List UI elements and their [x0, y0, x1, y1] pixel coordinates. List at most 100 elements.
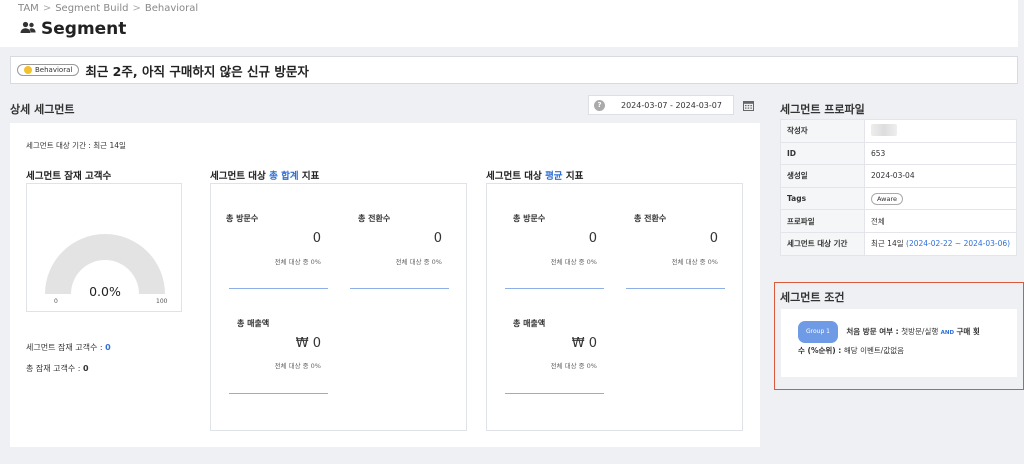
page-title: Segment	[20, 19, 126, 39]
avg-visits-label: 총 방문수	[513, 214, 546, 223]
help-icon[interactable]: ?	[594, 99, 605, 111]
calendar-button[interactable]	[738, 95, 758, 115]
condition-section-title: 세그먼트 조건	[780, 291, 845, 304]
condition-value-2: 해당 이벤트/값없음	[843, 346, 905, 355]
breadcrumb-item[interactable]: Behavioral	[145, 3, 198, 14]
total-metrics-title-post: 지표	[298, 171, 320, 182]
breadcrumb-separator: >	[42, 3, 52, 14]
profile-key: 세그먼트 대상 기간	[780, 231, 865, 256]
profile-created-value: 2024-03-04	[864, 164, 1017, 188]
segment-potential-count: 세그먼트 잠재 고객수 : 0	[26, 342, 111, 353]
segment-type-badge: Behavioral	[17, 64, 80, 76]
profile-row-profile: 프로파일 전체	[780, 209, 1017, 233]
total-conversions-label: 총 전환수	[358, 214, 391, 223]
potential-gauge-chart	[45, 234, 165, 294]
total-metrics-panel: 총 방문수 0 전체 대상 중 0% 총 전환수 0 전체 대상 중 0% 총 …	[210, 183, 467, 431]
condition-field-1: 처음 방문 여부 :	[846, 327, 902, 336]
profile-author-value	[864, 119, 1017, 143]
potential-customers-title: 세그먼트 잠재 고객수	[26, 171, 112, 182]
profile-row-id: ID 653	[780, 141, 1017, 166]
segment-type-label: Behavioral	[35, 66, 73, 74]
avg-revenue-label: 총 매출액	[513, 319, 546, 328]
avg-revenue-sub: 전체 대상 중 0%	[550, 362, 597, 370]
gauge-percent: 0.0%	[89, 284, 121, 299]
condition-field-2-cont: 수 (%순위) :	[798, 346, 844, 355]
avg-metrics-title: 세그먼트 대상 평균 지표	[486, 168, 583, 182]
avg-conversions-value: 0	[709, 231, 718, 246]
condition-value-1: 첫방문/실행	[901, 327, 939, 336]
condition-card: Group 1 처음 방문 여부 : 첫방문/실행 AND 구매 횟 수 (%순…	[781, 309, 1017, 377]
avg-visits-value: 0	[588, 231, 597, 246]
profile-table: 작성자 ID 653 생성일 2024-03-04 Tags Aware 프로파일 전체…	[780, 119, 1017, 256]
status-dot-icon	[24, 66, 32, 74]
avg-metrics-title-highlight: 평균	[545, 171, 563, 182]
group-badge: Group 1	[798, 321, 838, 343]
profile-profile-value: 전체	[864, 209, 1017, 233]
profile-row-period: 세그먼트 대상 기간 최근 14일 (2024-02-22 ~ 2024-03-0…	[780, 231, 1017, 256]
segment-potential-count-label: 세그먼트 잠재 고객수 :	[26, 343, 106, 352]
avg-revenue-value: ₩ 0	[571, 336, 597, 351]
total-metrics-title: 세그먼트 대상 총 합계 지표	[210, 168, 319, 182]
segment-name-bar: Behavioral 최근 2주, 아직 구매하지 않은 신규 방문자	[10, 56, 1018, 84]
total-metrics-title-highlight: 총 합계	[269, 171, 299, 182]
date-range-input[interactable]: ? 2024-03-07 - 2024-03-07	[588, 95, 734, 115]
total-metrics-title-pre: 세그먼트 대상	[210, 171, 270, 182]
breadcrumb-separator: >	[132, 3, 141, 14]
profile-key: 프로파일	[780, 209, 865, 233]
avg-visits-sparkline	[505, 288, 604, 289]
profile-key: 생성일	[780, 164, 865, 188]
total-visits-sub: 전체 대상 중 0%	[274, 258, 321, 266]
potential-gauge-panel: 0.0% 0 100	[26, 183, 182, 312]
total-potential-count-value: 0	[83, 364, 89, 373]
date-range-value: 2024-03-07 - 2024-03-07	[621, 100, 722, 110]
total-revenue-label: 총 매출액	[237, 319, 270, 328]
total-visits-sparkline	[229, 288, 328, 289]
condition-line-2: 수 (%순위) : 해당 이벤트/값없음	[798, 341, 904, 361]
detail-section-title: 상세 세그먼트	[10, 103, 75, 116]
profile-row-created: 생성일 2024-03-04	[780, 164, 1017, 188]
avg-metrics-title-post: 지표	[562, 171, 584, 182]
total-visits-label: 총 방문수	[226, 214, 259, 223]
total-revenue-sparkline	[229, 393, 328, 394]
users-icon	[20, 19, 36, 39]
total-conversions-value: 0	[433, 231, 442, 246]
avg-conversions-label: 총 전환수	[634, 214, 667, 223]
total-potential-count-label: 총 잠재 고객수 :	[26, 364, 84, 373]
avg-revenue-sparkline	[505, 393, 604, 394]
profile-key: ID	[780, 141, 865, 166]
avg-conversions-sparkline	[626, 288, 725, 289]
total-conversions-sub: 전체 대상 중 0%	[395, 258, 442, 266]
redacted-author	[871, 123, 897, 136]
profile-row-author: 작성자	[780, 119, 1017, 143]
page-title-text: Segment	[41, 19, 127, 39]
profile-tags-value: Aware	[864, 186, 1017, 211]
gauge-min-label: 0	[54, 298, 58, 305]
avg-metrics-panel: 총 방문수 0 전체 대상 중 0% 총 전환수 0 전체 대상 중 0% 총 …	[486, 183, 743, 431]
total-revenue-sub: 전체 대상 중 0%	[274, 362, 321, 370]
total-potential-count: 총 잠재 고객수 : 0	[26, 363, 89, 374]
segment-name: 최근 2주, 아직 구매하지 않은 신규 방문자	[85, 63, 309, 79]
avg-conversions-sub: 전체 대상 중 0%	[671, 258, 718, 266]
profile-id-value: 653	[864, 141, 1017, 166]
total-conversions-sparkline	[350, 288, 449, 289]
profile-row-tags: Tags Aware	[780, 186, 1017, 211]
calendar-icon	[742, 100, 754, 111]
condition-line-1: Group 1 처음 방문 여부 : 첫방문/실행 AND 구매 횟	[798, 321, 980, 343]
profile-period-prefix: 최근 14일	[871, 239, 907, 249]
gauge-max-label: 100	[156, 298, 168, 305]
breadcrumb-item[interactable]: TAM	[18, 3, 39, 14]
condition-field-2: 구매 횟	[956, 327, 980, 336]
profile-period-range: (2024-02-22 ~ 2024-03-06)	[906, 239, 1011, 249]
breadcrumb: TAM > Segment Build > Behavioral	[18, 3, 198, 14]
profile-key: 작성자	[780, 119, 865, 143]
segment-period-label: 세그먼트 대상 기간 : 최근 14일	[26, 141, 126, 150]
segment-potential-count-value: 0	[105, 343, 111, 352]
breadcrumb-item[interactable]: Segment Build	[55, 3, 128, 14]
profile-period-value: 최근 14일 (2024-02-22 ~ 2024-03-06)	[864, 231, 1017, 256]
total-revenue-value: ₩ 0	[295, 336, 321, 351]
total-visits-value: 0	[312, 231, 321, 246]
profile-section-title: 세그먼트 프로파일	[780, 103, 865, 116]
avg-visits-sub: 전체 대상 중 0%	[550, 258, 597, 266]
tag-chip[interactable]: Aware	[871, 192, 904, 205]
profile-key: Tags	[780, 186, 865, 211]
